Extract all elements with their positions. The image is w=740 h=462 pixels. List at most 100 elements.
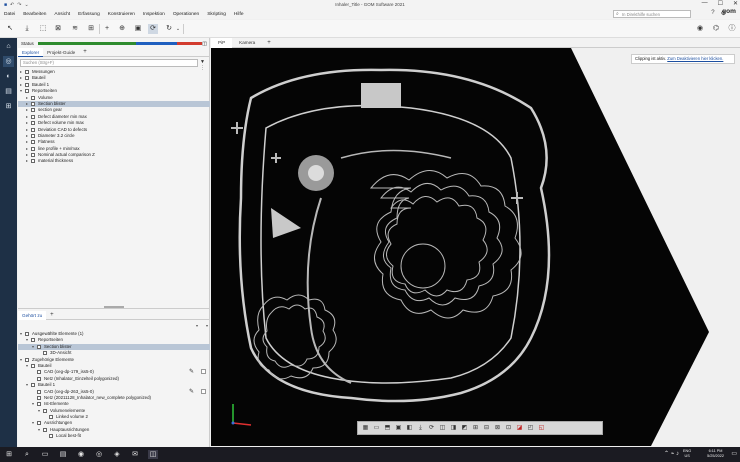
target-icon[interactable]: ⊕	[117, 24, 127, 34]
start-icon[interactable]: ⊞	[4, 450, 14, 459]
tree-node-icon	[25, 332, 29, 336]
tab-explorer[interactable]: Explorer	[18, 47, 44, 57]
view-tool-button[interactable]: ⊟	[482, 424, 491, 433]
view-tool-button[interactable]: ▭	[372, 424, 381, 433]
visibility-checkbox[interactable]	[201, 369, 206, 375]
explorer-tabs: Explorer Projekt-Guide +	[18, 47, 210, 57]
help-search-input[interactable]: ⌕ In Direkthilfe suchen	[613, 10, 691, 18]
panel-splitter-handle[interactable]	[104, 306, 124, 308]
add-tab-button[interactable]: +	[79, 48, 91, 57]
tab-kamera[interactable]: Kamera	[232, 38, 262, 48]
view-tool-button[interactable]: ◫	[438, 424, 447, 433]
view-tool-button[interactable]: ⊡	[504, 424, 513, 433]
grid-icon[interactable]: ⊞	[86, 24, 96, 34]
help-icon[interactable]: ?	[711, 10, 714, 17]
task-view-icon[interactable]: ▭	[40, 450, 50, 459]
tab-pip[interactable]: PiP	[211, 37, 233, 48]
notification-icon[interactable]: ▭	[731, 450, 737, 457]
tree-node[interactable]: ▸ material thickness	[18, 158, 210, 164]
trim-icon[interactable]: ⊠	[53, 24, 63, 34]
select-icon[interactable]: ⬚	[38, 24, 48, 34]
file-explorer-icon[interactable]: ▤	[58, 450, 68, 459]
menu-erfassung[interactable]: Erfassung	[74, 12, 104, 17]
status-bar-red	[177, 42, 202, 45]
tree-node-icon	[43, 427, 47, 432]
tree-node-label: Local best-fit	[56, 433, 81, 439]
menu-inspektion[interactable]: Inspektion	[139, 12, 169, 17]
pin-icon[interactable]: ▾	[196, 323, 198, 328]
cursor-icon[interactable]: ↖	[5, 24, 15, 34]
browser-icon[interactable]: ◉	[76, 450, 86, 459]
home-icon[interactable]: ⌂	[3, 41, 14, 52]
panel-toggle-icon[interactable]: ◫	[202, 41, 207, 47]
view-tool-button[interactable]: ◰	[526, 424, 535, 433]
menu-skripting[interactable]: Skripting	[203, 12, 230, 17]
sphere-icon[interactable]: ◐	[3, 71, 14, 82]
network-icon[interactable]: ⌬	[711, 24, 721, 34]
layers-icon[interactable]: ≋	[70, 24, 80, 34]
panel-divider	[18, 308, 210, 309]
maximize-button[interactable]: ☐	[718, 0, 723, 7]
reload-dropdown-icon[interactable]: ⌄	[173, 24, 183, 34]
tree-node-icon	[37, 421, 41, 426]
close-button[interactable]: ✕	[733, 0, 738, 7]
view-tool-button[interactable]: ⤓	[416, 424, 425, 433]
title-bar: ■ ↶ ↷ ⌄ Inhaler_Title - GOM Software 202…	[0, 0, 740, 9]
view-tool-button[interactable]: ◱	[537, 424, 546, 433]
tree-node-icon	[31, 159, 35, 164]
view-tool-button[interactable]: ▣	[394, 424, 403, 433]
view-tool-button[interactable]: ◪	[515, 424, 524, 433]
help-search-placeholder: In Direkthilfe suchen	[622, 12, 660, 17]
view-tool-button[interactable]: ⊞	[471, 424, 480, 433]
tree-twisty-icon[interactable]: ▸	[26, 158, 28, 164]
view-tool-button[interactable]: ◨	[449, 424, 458, 433]
view-tool-button[interactable]: ◩	[460, 424, 469, 433]
tree-node[interactable]: Local best-fit	[18, 433, 210, 439]
visibility-checkbox[interactable]	[201, 388, 206, 394]
menu-hilfe[interactable]: Hilfe	[230, 12, 248, 17]
tree-node-icon	[25, 89, 29, 94]
mail-icon[interactable]: ✉	[130, 450, 140, 459]
download-icon[interactable]: ⤓	[22, 24, 32, 34]
user-icon[interactable]: ◉	[695, 24, 705, 34]
tab-gehoert-zu[interactable]: Gehört zu	[18, 310, 47, 320]
view-tool-button[interactable]: ⊠	[493, 424, 502, 433]
camera-icon[interactable]: ▣	[133, 24, 143, 34]
windows-taskbar: ⊞ ⌕ ▭ ▤ ◉ ◎ ◈ ✉ ◫ ⌃ ⌁ ♪ ENG US 6:11 PM 5…	[0, 447, 740, 462]
menu-operationen[interactable]: Operationen	[169, 12, 203, 17]
view-tool-button[interactable]: ⬒	[383, 424, 392, 433]
status-bar	[38, 42, 202, 45]
gom-app-taskbar-icon[interactable]: ◫	[148, 450, 158, 459]
clipping-deactivate-link[interactable]: Zum Deaktivieren hier klicken.	[667, 56, 723, 61]
tree-node-icon	[25, 70, 29, 74]
chrome-icon[interactable]: ◎	[94, 450, 104, 459]
add-view-tab-button[interactable]: +	[262, 38, 276, 48]
explorer-filter-input[interactable]: Suchen (Strg+F)	[20, 59, 198, 67]
report-icon[interactable]: ▤	[3, 86, 14, 97]
minimize-button[interactable]: —	[702, 0, 708, 7]
tab-project-guide[interactable]: Projekt-Guide	[43, 48, 79, 57]
inspection-icon[interactable]: ◎	[3, 56, 14, 67]
tree-node-icon	[31, 146, 35, 151]
add-related-tab-button[interactable]: +	[46, 312, 58, 318]
apps-icon[interactable]: ⊞	[3, 101, 14, 112]
view-tool-button[interactable]: ◧	[405, 424, 414, 433]
menu-datei[interactable]: Datei	[0, 12, 19, 17]
language-indicator[interactable]: ENG US	[683, 449, 691, 458]
view-tool-button[interactable]: ⟳	[427, 424, 436, 433]
tree-node-icon	[31, 153, 35, 158]
menu-konstruieren[interactable]: Konstruieren	[104, 12, 139, 17]
menu-ansicht[interactable]: Ansicht	[50, 12, 74, 17]
info-icon[interactable]: ⓘ	[727, 24, 737, 34]
app-icon-2[interactable]: ◈	[112, 450, 122, 459]
view-tool-button[interactable]: ▦	[361, 424, 370, 433]
clock[interactable]: 6:11 PM 5/25/2022	[707, 449, 724, 458]
related-side-icons: ▾ ▾	[196, 323, 208, 328]
refresh-icon[interactable]: ⟳	[148, 24, 158, 34]
expand-icon[interactable]: ▾	[206, 323, 208, 328]
plus-icon[interactable]: +	[102, 24, 112, 34]
search-taskbar-icon[interactable]: ⌕	[22, 450, 32, 459]
tree-node-icon	[37, 389, 41, 394]
3d-viewport[interactable]: Clipping ist aktiv. Zum Deaktivieren hie…	[211, 48, 740, 446]
menu-bearbeiten[interactable]: Bearbeiten	[19, 12, 50, 17]
